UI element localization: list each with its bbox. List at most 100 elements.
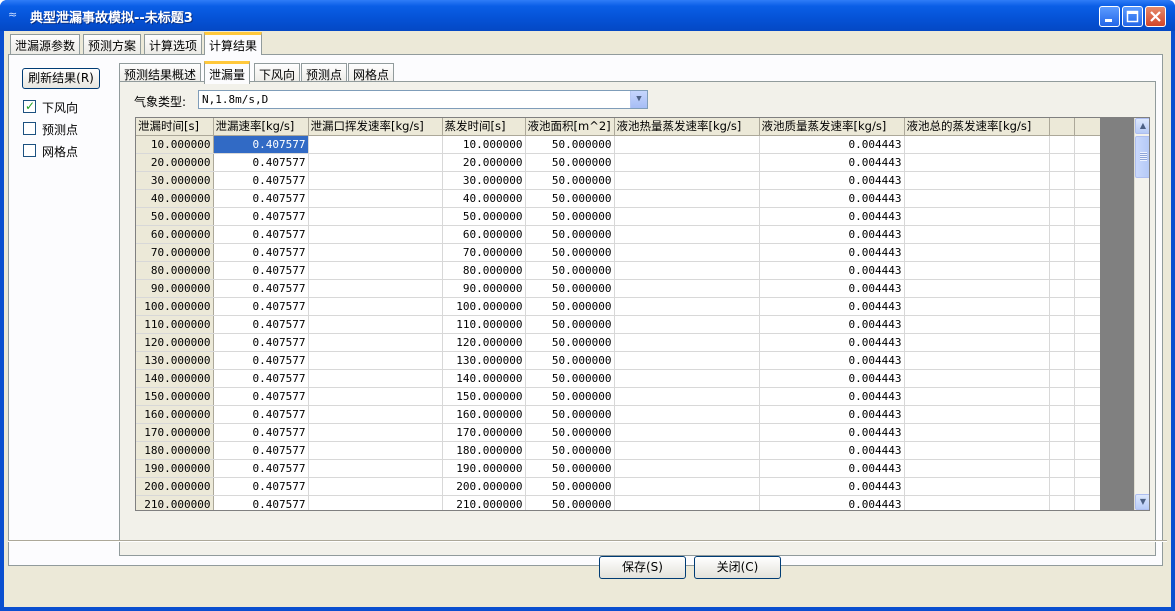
table-cell[interactable]: 0.407577 — [213, 297, 309, 316]
table-cell[interactable]: 50.000000 — [525, 315, 615, 334]
table-cell[interactable]: 0.004443 — [759, 423, 905, 442]
table-cell[interactable]: 0.004443 — [759, 369, 905, 388]
table-cell[interactable] — [308, 261, 443, 280]
table-cell[interactable] — [904, 333, 1050, 352]
table-cell[interactable] — [614, 171, 760, 190]
table-cell[interactable]: 0.004443 — [759, 189, 905, 208]
table-cell[interactable]: 50.000000 — [525, 423, 615, 442]
table-cell[interactable] — [1049, 135, 1075, 154]
tab-calc-options[interactable]: 计算选项 — [144, 34, 203, 54]
table-cell[interactable]: 60.000000 — [442, 225, 526, 244]
table-cell[interactable] — [308, 297, 443, 316]
table-cell[interactable] — [1049, 441, 1075, 460]
table-cell[interactable] — [614, 279, 760, 298]
vertical-scrollbar[interactable]: ▲ ▼ — [1134, 118, 1149, 510]
table-cell[interactable] — [1074, 189, 1101, 208]
table-cell[interactable] — [308, 333, 443, 352]
table-cell[interactable] — [308, 243, 443, 262]
table-cell[interactable] — [614, 459, 760, 478]
row-header-cell[interactable]: 130.000000 — [136, 351, 214, 370]
column-header[interactable]: 泄漏口挥发速率[kg/s] — [308, 118, 443, 136]
minimize-button[interactable] — [1099, 6, 1120, 27]
table-cell[interactable]: 90.000000 — [442, 279, 526, 298]
table-cell[interactable]: 50.000000 — [525, 135, 615, 154]
table-cell[interactable] — [308, 135, 443, 154]
table-cell[interactable] — [614, 405, 760, 424]
table-cell[interactable] — [308, 153, 443, 172]
table-row[interactable]: 70.000000 0.407577 70.000000 50.000000 0.004… — [136, 243, 1101, 262]
scroll-thumb[interactable] — [1135, 136, 1149, 178]
table-cell[interactable]: 0.407577 — [213, 171, 309, 190]
maximize-button[interactable] — [1122, 6, 1143, 27]
table-cell[interactable]: 50.000000 — [525, 441, 615, 460]
table-row[interactable]: 10.000000 0.407577 10.000000 50.000000 0.004… — [136, 135, 1101, 154]
tab-prediction-plan[interactable]: 预测方案 — [83, 34, 142, 54]
table-cell[interactable]: 50.000000 — [525, 189, 615, 208]
table-cell[interactable]: 0.407577 — [213, 477, 309, 496]
table-cell[interactable]: 170.000000 — [442, 423, 526, 442]
table-cell[interactable] — [1074, 387, 1101, 406]
tab-result-overview[interactable]: 预测结果概述 — [119, 63, 202, 83]
table-cell[interactable] — [1049, 351, 1075, 370]
table-cell[interactable] — [904, 423, 1050, 442]
table-row[interactable]: 110.000000 0.407577 110.000000 50.000000 0.0… — [136, 315, 1101, 334]
table-cell[interactable]: 0.407577 — [213, 333, 309, 352]
row-header-cell[interactable]: 190.000000 — [136, 459, 214, 478]
table-cell[interactable] — [308, 477, 443, 496]
table-cell[interactable] — [308, 225, 443, 244]
table-cell[interactable] — [308, 459, 443, 478]
table-cell[interactable] — [1074, 297, 1101, 316]
table-cell[interactable]: 0.004443 — [759, 477, 905, 496]
table-cell[interactable] — [614, 207, 760, 226]
table-cell[interactable] — [614, 369, 760, 388]
table-cell[interactable] — [1074, 441, 1101, 460]
table-cell[interactable]: 50.000000 — [442, 207, 526, 226]
table-cell[interactable]: 160.000000 — [442, 405, 526, 424]
table-cell[interactable] — [904, 351, 1050, 370]
table-cell[interactable]: 50.000000 — [525, 261, 615, 280]
table-cell[interactable]: 0.407577 — [213, 207, 309, 226]
table-cell[interactable]: 30.000000 — [442, 171, 526, 190]
table-row[interactable]: 170.000000 0.407577 170.000000 50.000000 0.0… — [136, 423, 1101, 442]
table-cell[interactable]: 50.000000 — [525, 495, 615, 510]
table-row[interactable]: 30.000000 0.407577 30.000000 50.000000 0.004… — [136, 171, 1101, 190]
row-header-cell[interactable]: 70.000000 — [136, 243, 214, 262]
row-header-cell[interactable]: 40.000000 — [136, 189, 214, 208]
table-cell[interactable] — [308, 405, 443, 424]
table-cell[interactable]: 50.000000 — [525, 297, 615, 316]
table-cell[interactable] — [1049, 171, 1075, 190]
table-cell[interactable] — [614, 387, 760, 406]
table-cell[interactable]: 0.004443 — [759, 261, 905, 280]
table-cell[interactable]: 0.407577 — [213, 315, 309, 334]
table-cell[interactable]: 0.004443 — [759, 441, 905, 460]
table-cell[interactable] — [308, 495, 443, 510]
table-cell[interactable] — [904, 153, 1050, 172]
table-cell[interactable] — [1074, 153, 1101, 172]
table-cell[interactable]: 50.000000 — [525, 207, 615, 226]
title-bar[interactable]: ≈ 典型泄漏事故模拟--未标题3 — [0, 0, 1175, 31]
table-cell[interactable] — [308, 351, 443, 370]
table-row[interactable]: 120.000000 0.407577 120.000000 50.000000 0.0… — [136, 333, 1101, 352]
table-cell[interactable] — [308, 279, 443, 298]
table-cell[interactable] — [308, 423, 443, 442]
table-cell[interactable] — [1074, 495, 1101, 510]
table-cell[interactable] — [308, 387, 443, 406]
row-header-cell[interactable]: 180.000000 — [136, 441, 214, 460]
table-cell[interactable]: 0.407577 — [213, 369, 309, 388]
row-header-cell[interactable]: 10.000000 — [136, 135, 214, 154]
table-cell[interactable] — [904, 477, 1050, 496]
close-window-button[interactable] — [1145, 6, 1166, 27]
table-cell[interactable]: 0.407577 — [213, 153, 309, 172]
table-cell[interactable]: 0.407577 — [213, 423, 309, 442]
table-cell[interactable]: 0.004443 — [759, 459, 905, 478]
table-cell[interactable] — [904, 243, 1050, 262]
table-row[interactable]: 80.000000 0.407577 80.000000 50.000000 0.004… — [136, 261, 1101, 280]
table-cell[interactable]: 0.407577 — [213, 261, 309, 280]
table-cell[interactable] — [1074, 477, 1101, 496]
column-header[interactable]: 泄漏速率[kg/s] — [213, 118, 309, 136]
column-header[interactable]: 液池热量蒸发速率[kg/s] — [614, 118, 760, 136]
tab-leak-amount[interactable]: 泄漏量 — [204, 61, 251, 84]
table-cell[interactable] — [614, 315, 760, 334]
table-cell[interactable] — [614, 333, 760, 352]
table-cell[interactable] — [1074, 225, 1101, 244]
